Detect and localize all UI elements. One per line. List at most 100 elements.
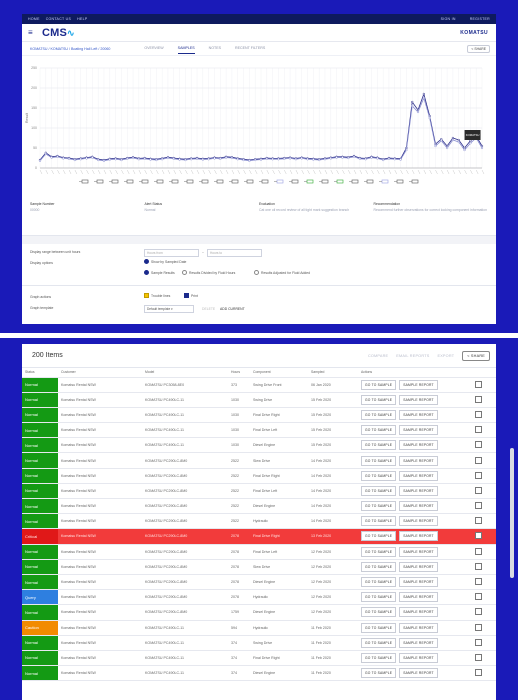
row-select-checkbox[interactable] <box>475 410 482 418</box>
radio-divided-by-fluid-hours[interactable]: Results Divided by Fluid Hours <box>182 270 235 275</box>
go-to-sample-button[interactable]: GO TO SAMPLE <box>361 485 397 496</box>
nav-home-link[interactable]: HOME <box>28 17 40 21</box>
radio-adjusted-fluid-added[interactable]: Results Adjusted for Fluid Added <box>254 270 310 275</box>
nav-help-link[interactable]: HELP <box>77 17 87 21</box>
table-row[interactable]: Normal Komatsu Rental NSW KOMATSU PC290LC-… <box>22 468 496 484</box>
table-row[interactable]: Caution Komatsu Rental NSW KOMATSU PC490LC… <box>22 620 496 636</box>
tab-samples[interactable]: SAMPLES <box>177 43 195 54</box>
go-to-sample-button[interactable]: GO TO SAMPLE <box>361 440 397 451</box>
col-sampled[interactable]: Sampled <box>308 368 358 378</box>
app-logo[interactable]: CMS∿ <box>42 27 75 39</box>
go-to-sample-button[interactable]: GO TO SAMPLE <box>361 516 397 527</box>
table-scrollbar[interactable] <box>510 448 514 578</box>
email-reports-button[interactable]: EMAIL REPORTS <box>396 354 429 358</box>
show-all-toggle[interactable]: Show by Sampled Date <box>144 259 186 264</box>
go-to-sample-button[interactable]: GO TO SAMPLE <box>361 561 397 572</box>
go-to-sample-button[interactable]: GO TO SAMPLE <box>361 637 397 648</box>
register-link[interactable]: REGISTER <box>470 17 490 21</box>
table-row[interactable]: Normal Komatsu Rental NSW KOMATSU PC290LC-… <box>22 513 496 530</box>
go-to-sample-button[interactable]: GO TO SAMPLE <box>361 577 397 588</box>
row-select-checkbox[interactable] <box>475 638 482 646</box>
compare-button[interactable]: COMPARE <box>368 354 388 358</box>
row-select-checkbox[interactable] <box>475 486 482 494</box>
table-row[interactable]: Normal Komatsu Rental NSW KOMATSU PC490LC-… <box>22 650 496 667</box>
go-to-sample-button[interactable]: GO TO SAMPLE <box>361 592 397 603</box>
row-select-checkbox[interactable] <box>475 623 482 631</box>
table-row[interactable]: Normal Komatsu Rental NSW KOMATSU PC490LC-… <box>22 665 496 682</box>
row-select-checkbox[interactable] <box>475 395 482 403</box>
add-current-button[interactable]: ADD CURRENT <box>220 307 245 311</box>
go-to-sample-button[interactable]: GO TO SAMPLE <box>361 531 397 542</box>
go-to-sample-button[interactable]: GO TO SAMPLE <box>361 379 397 390</box>
sample-report-button[interactable]: SAMPLE REPORT <box>399 409 438 420</box>
sample-report-button[interactable]: SAMPLE REPORT <box>399 668 438 679</box>
print-button[interactable]: Print <box>184 293 198 298</box>
col-customer[interactable]: Customer <box>58 368 142 378</box>
col-component[interactable]: Component <box>250 368 308 378</box>
nav-contact-link[interactable]: CONTACT US <box>46 17 71 21</box>
table-row[interactable]: Normal Komatsu Rental NSW KOMATSU PC490LC-… <box>22 437 496 454</box>
row-select-checkbox[interactable] <box>475 426 482 434</box>
sample-report-button[interactable]: SAMPLE REPORT <box>399 394 438 405</box>
export-button[interactable]: EXPORT <box>437 354 454 358</box>
row-select-checkbox[interactable] <box>475 547 482 555</box>
row-select-checkbox[interactable] <box>475 608 482 616</box>
go-to-sample-button[interactable]: GO TO SAMPLE <box>361 425 397 436</box>
table-row[interactable]: Normal Komatsu Rental NSW KOMATSU PC290LC-… <box>22 452 496 469</box>
sample-report-button[interactable]: SAMPLE REPORT <box>399 501 438 512</box>
hours-to-input[interactable]: Hours to <box>207 249 262 257</box>
template-select[interactable]: Default template ▾ <box>144 305 194 313</box>
sample-report-button[interactable]: SAMPLE REPORT <box>399 425 438 436</box>
go-to-sample-button[interactable]: GO TO SAMPLE <box>361 622 397 633</box>
menu-icon[interactable]: ≡ <box>28 28 36 37</box>
sample-report-button[interactable]: SAMPLE REPORT <box>399 516 438 527</box>
go-to-sample-button[interactable]: GO TO SAMPLE <box>361 455 397 466</box>
row-select-checkbox[interactable] <box>475 456 482 464</box>
row-select-checkbox[interactable] <box>475 532 482 540</box>
row-select-checkbox[interactable] <box>475 517 482 525</box>
row-select-checkbox[interactable] <box>475 441 482 449</box>
tab-overview[interactable]: OVERVIEW <box>144 43 163 54</box>
sample-report-button[interactable]: SAMPLE REPORT <box>399 470 438 481</box>
sample-report-button[interactable]: SAMPLE REPORT <box>399 637 438 648</box>
table-row[interactable]: Normal Komatsu Rental NSW KOMATSU PC290LC-… <box>22 498 496 515</box>
row-select-checkbox[interactable] <box>475 562 482 570</box>
sample-report-button[interactable]: SAMPLE REPORT <box>399 592 438 603</box>
row-select-checkbox[interactable] <box>475 669 482 677</box>
go-to-sample-button[interactable]: GO TO SAMPLE <box>361 607 397 618</box>
row-select-checkbox[interactable] <box>475 593 482 601</box>
row-select-checkbox[interactable] <box>475 471 482 479</box>
table-row[interactable]: Normal Komatsu Rental NSW KOMATSU PC490LC-… <box>22 635 496 651</box>
col-hours[interactable]: Hours <box>228 368 250 378</box>
table-row[interactable]: Normal Komatsu Rental NSW KOMATSU PC290LC-… <box>22 604 496 621</box>
col-status[interactable]: Status <box>22 368 58 378</box>
delete-template-button[interactable]: DELETE <box>202 307 215 311</box>
go-to-sample-button[interactable]: GO TO SAMPLE <box>361 652 397 663</box>
table-row[interactable]: Normal Komatsu Rental NSW KOMATSU PC290LC-… <box>22 559 496 575</box>
sample-report-button[interactable]: SAMPLE REPORT <box>399 561 438 572</box>
share-list-button[interactable]: < SHARE <box>462 350 490 361</box>
table-row[interactable]: Normal Komatsu Rental NSW KOMATSU PC3058-8… <box>22 377 496 393</box>
col-model[interactable]: Model <box>142 368 228 378</box>
go-to-sample-button[interactable]: GO TO SAMPLE <box>361 668 397 679</box>
sample-report-button[interactable]: SAMPLE REPORT <box>399 577 438 588</box>
radio-sample-results[interactable]: Sample Results <box>144 270 175 275</box>
go-to-sample-button[interactable]: GO TO SAMPLE <box>361 470 397 481</box>
table-row[interactable]: Query Komatsu Rental NSW KOMATSU PC290LC-8… <box>22 589 496 606</box>
row-select-checkbox[interactable] <box>475 578 482 586</box>
sample-report-button[interactable]: SAMPLE REPORT <box>399 622 438 633</box>
row-select-checkbox[interactable] <box>475 380 482 388</box>
breadcrumb[interactable]: KOMATSU / KOMATSU / Boating Hall Left / … <box>30 47 110 51</box>
go-to-sample-button[interactable]: GO TO SAMPLE <box>361 394 397 405</box>
sample-report-button[interactable]: SAMPLE REPORT <box>399 607 438 618</box>
tab-notes[interactable]: NOTES <box>209 43 221 54</box>
sample-report-button[interactable]: SAMPLE REPORT <box>399 455 438 466</box>
table-row[interactable]: Normal Komatsu Rental NSW KOMATSU PC290LC-… <box>22 574 496 591</box>
go-to-sample-button[interactable]: GO TO SAMPLE <box>361 409 397 420</box>
table-row[interactable]: Normal Komatsu Rental NSW KOMATSU PC490LC-… <box>22 392 496 408</box>
sign-in-link[interactable]: SIGN IN <box>441 17 456 21</box>
table-row[interactable]: Normal Komatsu Rental NSW KOMATSU PC290LC-… <box>22 483 496 500</box>
share-button[interactable]: < SHARE <box>467 44 490 53</box>
table-row[interactable]: Normal Komatsu Rental NSW KOMATSU PC490LC-… <box>22 407 496 424</box>
row-select-checkbox[interactable] <box>475 502 482 510</box>
